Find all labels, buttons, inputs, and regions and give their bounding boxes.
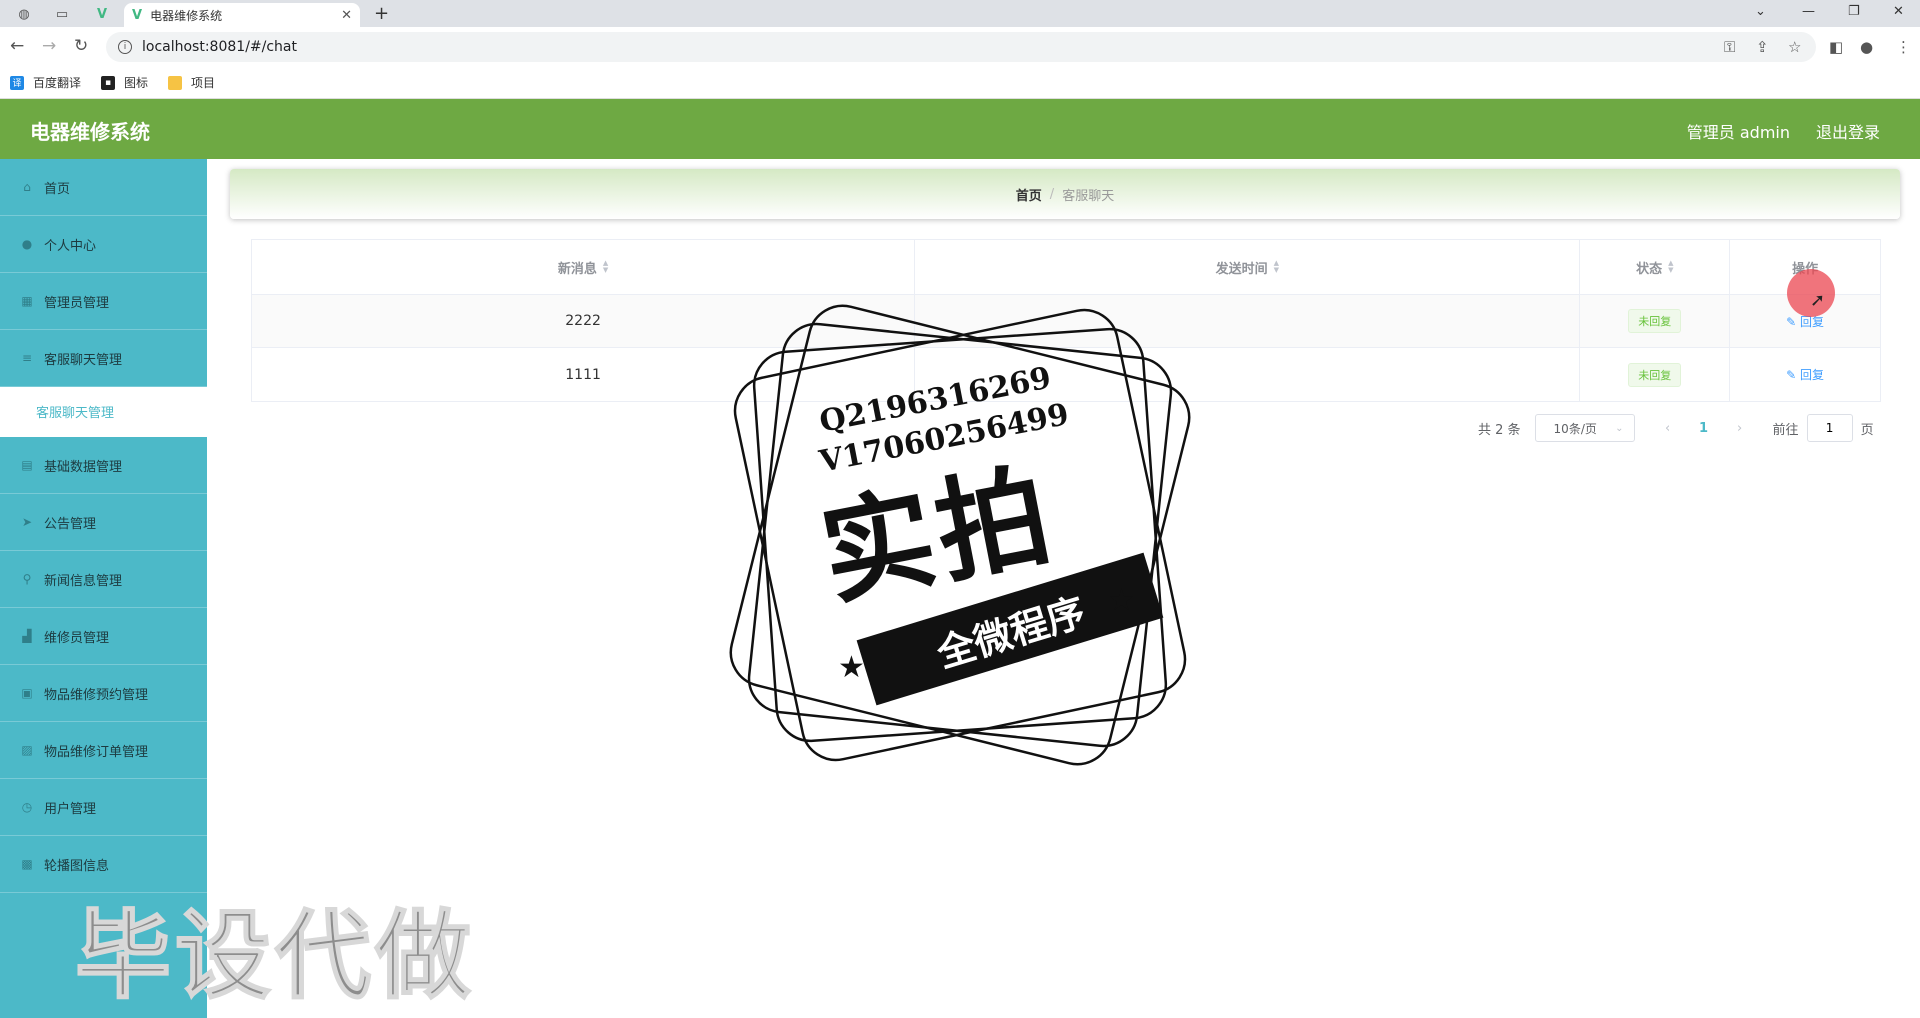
column-header-status[interactable]: 状态 ▲ ▼ bbox=[1580, 240, 1731, 294]
column-header-message[interactable]: 新消息 ▲ ▼ bbox=[252, 240, 916, 294]
sidebar-item-order[interactable]: ▨ 物品维修订单管理 bbox=[0, 722, 207, 779]
share-icon[interactable]: ⇪ bbox=[1756, 38, 1769, 56]
sidebar-item-news[interactable]: ⚲ 新闻信息管理 bbox=[0, 551, 207, 608]
sidebar-item-users[interactable]: ◷ 用户管理 bbox=[0, 779, 207, 836]
list-icon: ≡ bbox=[21, 351, 33, 365]
image-icon: ▩ bbox=[21, 857, 33, 871]
url-text: localhost:8081/#/chat bbox=[142, 39, 297, 55]
sidebar-item-home[interactable]: ⌂ 首页 bbox=[0, 159, 207, 216]
sidebar-item-profile[interactable]: ● 个人中心 bbox=[0, 216, 207, 273]
stamp-watermark: Q2196316269 V17060256499 实拍 全微程序 ★ ★ bbox=[720, 295, 1200, 775]
bookmark-item[interactable]: 项目 bbox=[168, 74, 215, 91]
chart-icon: ▟ bbox=[22, 629, 32, 643]
sidebar-item-repairman[interactable]: ▟ 维修员管理 bbox=[0, 608, 207, 665]
sort-icon[interactable]: ▲ ▼ bbox=[1668, 260, 1673, 274]
browser-tab-strip: ◍ ▭ V V 电器维修系统 ✕ + ⌄ — ❐ ✕ bbox=[0, 0, 1920, 27]
send-icon: ➤ bbox=[21, 515, 33, 529]
url-input[interactable]: i localhost:8081/#/chat bbox=[106, 32, 1816, 62]
reload-icon[interactable]: ↻ bbox=[74, 36, 88, 56]
chevron-down-icon[interactable]: ⌄ bbox=[1755, 4, 1766, 19]
home-icon: ⌂ bbox=[23, 180, 31, 194]
bookmark-item[interactable]: 译 百度翻译 bbox=[10, 74, 81, 91]
pagination: 共 2 条 10条/页 ⌄ ‹ 1 › 前往 页 bbox=[1478, 414, 1874, 442]
bookmarks-bar: 译 百度翻译 ▪ 图标 项目 bbox=[0, 67, 1920, 99]
sidebar-item-reservation[interactable]: ▣ 物品维修预约管理 bbox=[0, 665, 207, 722]
close-icon[interactable]: ✕ bbox=[341, 8, 352, 23]
star-icon: ★ bbox=[1108, 583, 1135, 618]
browser-tab-active[interactable]: V 电器维修系统 ✕ bbox=[124, 3, 360, 27]
key-icon[interactable]: ⚿ bbox=[1724, 38, 1735, 56]
mail-tab-icon[interactable]: ▭ bbox=[50, 3, 74, 25]
bottom-watermark: 毕设代做 bbox=[74, 899, 475, 1013]
cursor-icon: ➚ bbox=[1810, 290, 1826, 311]
reply-button[interactable]: ✎ 回复 bbox=[1786, 366, 1824, 383]
minimize-icon[interactable]: — bbox=[1802, 4, 1815, 19]
profile-icon[interactable]: ● bbox=[1860, 38, 1873, 56]
user-icon: ● bbox=[21, 237, 33, 251]
info-icon[interactable]: i bbox=[118, 40, 132, 54]
app-title: 电器维修系统 bbox=[30, 120, 150, 144]
page-jump-input[interactable] bbox=[1806, 414, 1853, 442]
star-icon: ★ bbox=[838, 650, 865, 685]
sidebar-item-basic-data[interactable]: ▤ 基础数据管理 bbox=[0, 437, 207, 494]
sidebar-item-notice[interactable]: ➤ 公告管理 bbox=[0, 494, 207, 551]
logout-button[interactable]: 退出登录 bbox=[1816, 119, 1880, 143]
image-icon: ▪ bbox=[101, 75, 116, 90]
sidebar-subitem-chat[interactable]: 客服聊天管理 bbox=[0, 387, 207, 437]
cell-status: 未回复 bbox=[1580, 348, 1731, 401]
folder-icon bbox=[168, 75, 183, 90]
new-tab-icon[interactable]: + bbox=[374, 3, 389, 24]
close-window-icon[interactable]: ✕ bbox=[1893, 4, 1904, 19]
cell-action: ✎ 回复 bbox=[1730, 348, 1880, 401]
column-header-time[interactable]: 发送时间 ▲ ▼ bbox=[915, 240, 1581, 294]
cell-status: 未回复 bbox=[1580, 295, 1731, 347]
admin-icon: ▦ bbox=[21, 294, 33, 308]
globe-icon[interactable]: ◍ bbox=[12, 3, 36, 25]
edit-icon: ✎ bbox=[1786, 314, 1801, 329]
breadcrumb-current: 客服聊天 bbox=[1062, 188, 1115, 204]
page-number[interactable]: 1 bbox=[1689, 421, 1719, 436]
vue-tab-icon[interactable]: V bbox=[90, 3, 114, 25]
database-icon: ▤ bbox=[21, 458, 33, 472]
next-page-icon[interactable]: › bbox=[1725, 421, 1755, 436]
current-user: 管理员 admin bbox=[1686, 123, 1790, 142]
tab-title: 电器维修系统 bbox=[150, 8, 223, 23]
translate-icon: 译 bbox=[10, 75, 24, 90]
star-icon[interactable]: ☆ bbox=[1788, 38, 1801, 56]
cart-icon: ▣ bbox=[21, 686, 33, 700]
breadcrumb-separator: / bbox=[1049, 186, 1055, 202]
picture-icon: ▨ bbox=[21, 743, 33, 757]
app-header: 电器维修系统 管理员 admin 退出登录 bbox=[0, 99, 1920, 159]
status-badge: 未回复 bbox=[1628, 362, 1682, 387]
bookmark-item[interactable]: ▪ 图标 bbox=[101, 74, 148, 91]
menu-icon[interactable]: ⋮ bbox=[1896, 38, 1911, 56]
sort-icon[interactable]: ▲ ▼ bbox=[603, 260, 608, 274]
pin-icon: ⚲ bbox=[22, 572, 32, 586]
pagination-total: 共 2 条 bbox=[1478, 422, 1521, 438]
sidebar-item-chat-group[interactable]: ≡ 客服聊天管理 bbox=[0, 330, 207, 387]
clock-icon: ◷ bbox=[21, 800, 33, 814]
breadcrumb-home[interactable]: 首页 bbox=[1016, 185, 1042, 204]
breadcrumb: 首页 / 客服聊天 bbox=[230, 169, 1900, 219]
forward-icon[interactable]: → bbox=[42, 36, 56, 56]
prev-page-icon[interactable]: ‹ bbox=[1653, 421, 1683, 436]
status-badge: 未回复 bbox=[1628, 309, 1682, 333]
restore-icon[interactable]: ❐ bbox=[1848, 4, 1860, 19]
table-header: 新消息▲▼ 发送时间▲▼ 状态▲▼ 操作 bbox=[252, 240, 1880, 295]
sidebar-item-admin[interactable]: ▦ 管理员管理 bbox=[0, 273, 207, 330]
chevron-down-icon: ⌄ bbox=[1615, 422, 1624, 434]
back-icon[interactable]: ← bbox=[10, 36, 24, 56]
vue-logo-icon: V bbox=[132, 7, 143, 23]
page-size-select[interactable]: 10条/页 ⌄ bbox=[1534, 414, 1635, 442]
sidepanel-icon[interactable]: ◧ bbox=[1829, 38, 1843, 56]
page-jump: 前往 页 bbox=[1773, 414, 1874, 442]
edit-icon: ✎ bbox=[1786, 368, 1801, 382]
sort-icon[interactable]: ▲ ▼ bbox=[1274, 260, 1279, 274]
